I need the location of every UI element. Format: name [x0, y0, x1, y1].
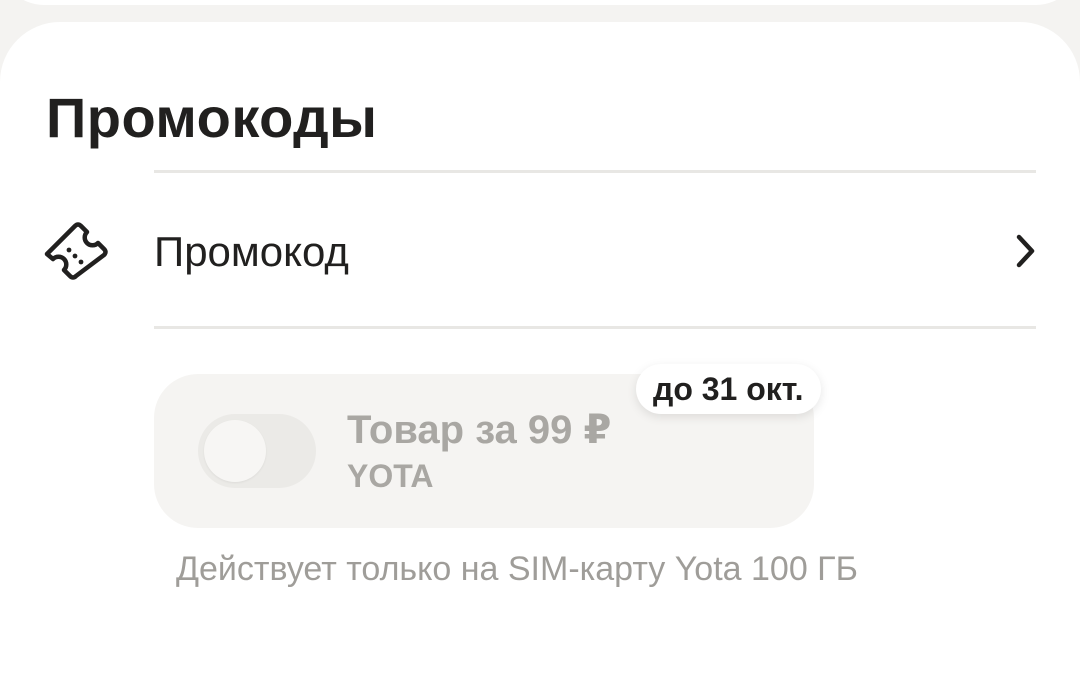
offer-note: Действует только на SIM-карту Yota 100 Г…: [176, 550, 858, 588]
offer-title: Товар за 99 ₽: [347, 408, 612, 452]
promocode-row-label: Промокод: [154, 228, 349, 275]
promocode-row[interactable]: Промокод: [0, 174, 1080, 326]
toggle-knob: [204, 420, 266, 482]
section-title: Промокоды: [46, 86, 378, 149]
previous-section-card: [0, 0, 1080, 5]
offer-toggle[interactable]: [198, 414, 316, 488]
offer-brand: YOTA: [347, 458, 434, 494]
deadline-badge: до 31 окт.: [636, 364, 821, 414]
divider-bottom: [154, 326, 1036, 329]
divider-top: [154, 170, 1036, 173]
ticket-icon: [44, 220, 110, 282]
chevron-right-icon: [1012, 232, 1040, 270]
